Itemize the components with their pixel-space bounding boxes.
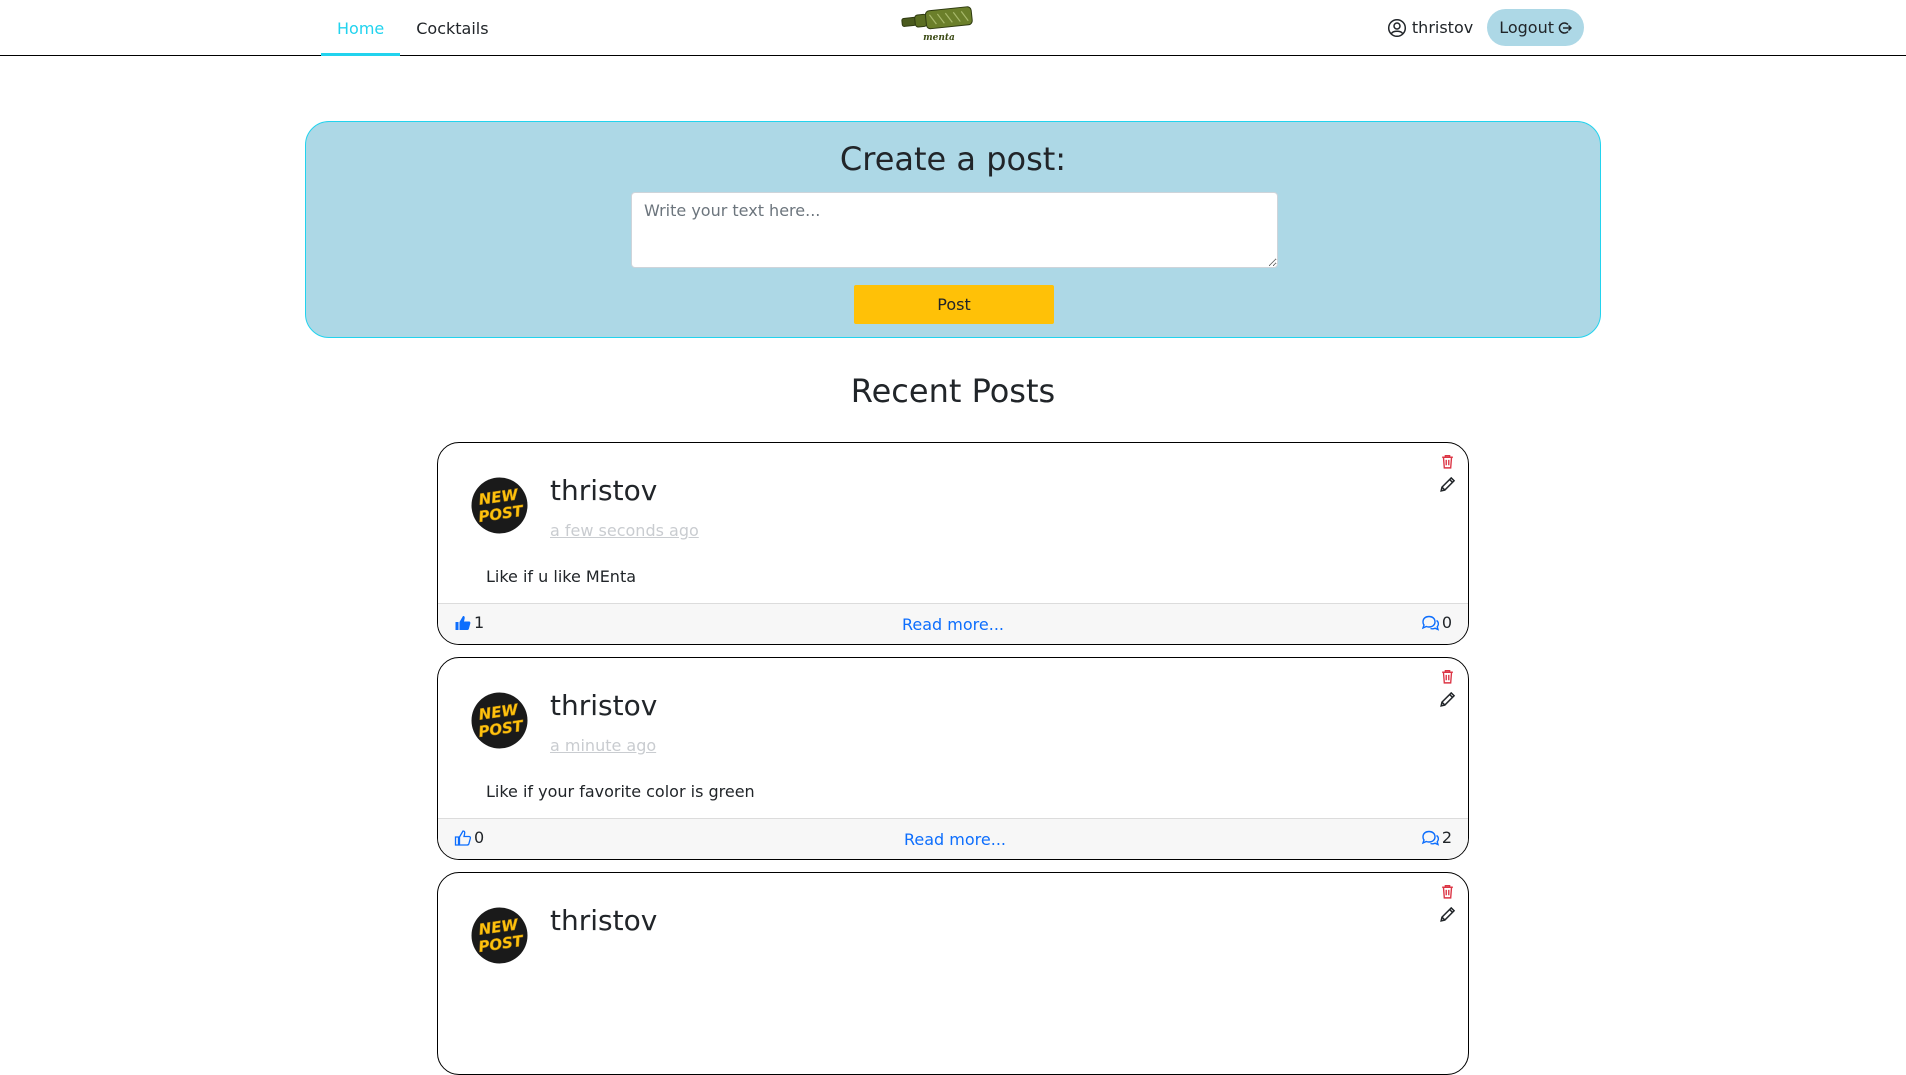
comment-count: 0 bbox=[1441, 613, 1452, 632]
read-more-link[interactable]: Read more... bbox=[438, 615, 1468, 634]
comments-button[interactable]: 0 bbox=[1421, 613, 1452, 632]
new-post-avatar: NEW POST bbox=[471, 692, 528, 749]
nav-home-link[interactable]: Home bbox=[321, 0, 401, 56]
post-timestamp[interactable]: a minute ago bbox=[550, 736, 656, 755]
create-post-title: Create a post: bbox=[839, 140, 1067, 178]
post-text-input[interactable] bbox=[631, 192, 1278, 268]
post-author[interactable]: thristov bbox=[550, 473, 657, 509]
nav-cocktails-link[interactable]: Cocktails bbox=[400, 0, 504, 56]
create-post-panel: Create a post: Post bbox=[305, 121, 1601, 338]
pencil-icon[interactable] bbox=[1439, 906, 1456, 923]
post-footer: 1 Read more... 0 bbox=[438, 603, 1468, 644]
pencil-icon[interactable] bbox=[1439, 476, 1456, 493]
nav-links: Home Cocktails bbox=[321, 0, 505, 56]
new-post-avatar: NEW POST bbox=[471, 477, 528, 534]
post-text: Like if u like MEnta bbox=[486, 567, 637, 586]
post-card: NEW POST thristov a few seconds ago Like… bbox=[437, 442, 1469, 645]
trash-icon[interactable] bbox=[1439, 668, 1456, 685]
read-more-link[interactable]: Read more... bbox=[438, 830, 1468, 849]
post-card: NEW POST thristov bbox=[437, 872, 1469, 1075]
comments-icon bbox=[1421, 830, 1439, 846]
trash-icon[interactable] bbox=[1439, 883, 1456, 900]
recent-posts-title: Recent Posts bbox=[850, 372, 1056, 410]
post-footer: 0 Read more... 2 bbox=[438, 818, 1468, 859]
pencil-icon[interactable] bbox=[1439, 691, 1456, 708]
new-post-avatar: NEW POST bbox=[471, 907, 528, 964]
comments-button[interactable]: 2 bbox=[1421, 828, 1452, 847]
comments-icon bbox=[1421, 615, 1439, 631]
svg-text:menta: menta bbox=[923, 33, 955, 42]
post-author[interactable]: thristov bbox=[550, 688, 657, 724]
comment-count: 2 bbox=[1441, 828, 1452, 847]
trash-icon[interactable] bbox=[1439, 453, 1456, 470]
user-profile-link[interactable]: thristov bbox=[1387, 18, 1473, 38]
username-label: thristov bbox=[1411, 18, 1474, 37]
logout-label: Logout bbox=[1499, 18, 1554, 37]
menta-logo[interactable]: menta bbox=[900, 6, 974, 42]
navbar: Home Cocktails menta thristov Logout bbox=[0, 0, 1906, 56]
post-text: Like if your favorite color is green bbox=[486, 782, 755, 801]
logout-arrow-icon bbox=[1558, 21, 1572, 34]
post-timestamp[interactable]: a few seconds ago bbox=[550, 521, 699, 540]
post-card: NEW POST thristov a minute ago Like if y… bbox=[437, 657, 1469, 860]
logout-button[interactable]: Logout bbox=[1487, 9, 1584, 46]
post-author[interactable]: thristov bbox=[550, 903, 657, 939]
post-submit-button[interactable]: Post bbox=[854, 285, 1054, 324]
user-circle-icon bbox=[1387, 18, 1406, 37]
nav-user-area: thristov Logout bbox=[1387, 9, 1584, 46]
